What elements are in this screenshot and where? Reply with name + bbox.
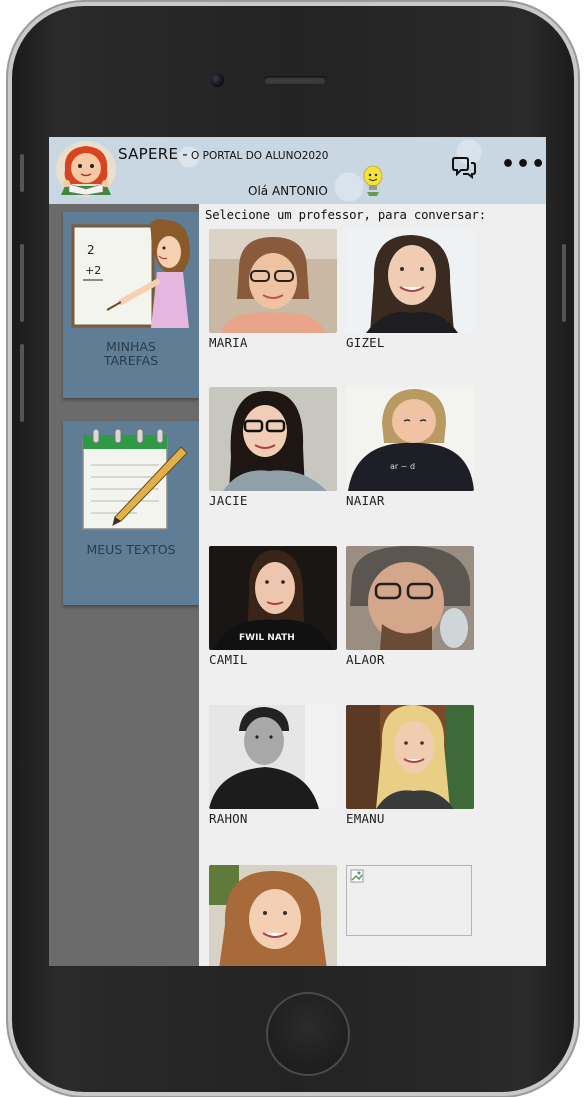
teacher-name: EMANU — [346, 811, 385, 826]
volume-down-button — [20, 344, 24, 422]
select-teacher-prompt: Selecione um professor, para conversar: — [205, 208, 486, 222]
teacher-name: JACIE — [209, 493, 248, 508]
teacher-photo — [346, 705, 474, 809]
earpiece-speaker — [264, 76, 326, 84]
lightbulb-mascot-icon — [363, 165, 383, 196]
svg-text:+2: +2 — [85, 264, 101, 277]
sidebar-item-meus-textos[interactable]: MEUS TEXTOS — [63, 421, 199, 605]
teacher-photo — [209, 229, 337, 333]
broken-image-placeholder[interactable] — [346, 865, 472, 936]
notepad-pencil-icon — [82, 428, 188, 530]
power-button — [562, 244, 566, 322]
teacher-card-9[interactable] — [209, 865, 337, 966]
teacher-name: MARIA — [209, 335, 248, 350]
girl-reading-logo-icon — [56, 141, 116, 197]
home-button[interactable] — [266, 992, 350, 1076]
teacher-photo — [209, 865, 337, 966]
svg-text:FWIL NATH: FWIL NATH — [239, 633, 295, 643]
chat-icon[interactable] — [451, 155, 477, 179]
sidebar-item-minhas-tarefas[interactable]: 2 +2 MINHAS TAREFAS — [63, 212, 199, 398]
teacher-name: RAHON — [209, 811, 248, 826]
sidebar-item-label: MEUS TEXTOS — [86, 542, 176, 557]
app-screen: SAPERE - O PORTAL DO ALUNO2020 Olá ANTONIO… — [49, 137, 546, 966]
teacher-card-rahon[interactable]: RAHON — [209, 705, 337, 826]
teacher-name: ALAOR — [346, 652, 385, 667]
sidebar: 2 +2 MINHAS TAREFAS MEUS TEXTOS — [49, 204, 199, 966]
teacher-photo — [209, 705, 337, 809]
svg-text:2: 2 — [87, 243, 95, 257]
brand-name: SAPERE — [118, 145, 179, 163]
teacher-card-naiar[interactable]: ar ~ d NAIAR — [346, 387, 474, 508]
brand-subtitle: O PORTAL DO ALUNO2020 — [191, 150, 329, 162]
teacher-card-emanu[interactable]: EMANU — [346, 705, 474, 826]
label-line-2: TAREFAS — [103, 353, 159, 368]
teacher-list: Selecione um professor, para conversar: … — [199, 204, 546, 966]
svg-text:ar ~ d: ar ~ d — [390, 462, 415, 471]
app-title: SAPERE - O PORTAL DO ALUNO2020 — [118, 145, 328, 163]
teacher-board-icon: 2 +2 — [71, 219, 191, 328]
teacher-name: CAMIL — [209, 652, 248, 667]
teacher-photo — [346, 546, 474, 650]
mute-switch — [20, 154, 24, 192]
teacher-photo: ar ~ d — [346, 387, 474, 491]
greeting-text: Olá ANTONIO — [248, 184, 328, 198]
teacher-photo: FWIL NATH — [209, 546, 337, 650]
teacher-card-camil[interactable]: FWIL NATH CAMIL — [209, 546, 337, 667]
title-separator: - — [182, 145, 189, 163]
broken-image-icon — [350, 869, 364, 883]
teacher-card-alaor[interactable]: ALAOR — [346, 546, 474, 667]
teacher-card-gizel[interactable]: GIZEL — [346, 229, 474, 350]
front-camera — [210, 73, 224, 87]
teacher-card-maria[interactable]: MARIA — [209, 229, 337, 350]
more-options-icon[interactable]: ••• — [501, 153, 545, 177]
teacher-photo — [346, 229, 474, 333]
teacher-card-jacie[interactable]: JACIE — [209, 387, 337, 508]
app-header: SAPERE - O PORTAL DO ALUNO2020 Olá ANTONIO… — [49, 137, 546, 204]
sidebar-item-label: MINHAS TAREFAS — [63, 340, 199, 368]
volume-up-button — [20, 244, 24, 322]
teacher-photo — [209, 387, 337, 491]
teacher-name: NAIAR — [346, 493, 385, 508]
label-line-1: MINHAS — [106, 339, 156, 354]
teacher-name: GIZEL — [346, 335, 385, 350]
